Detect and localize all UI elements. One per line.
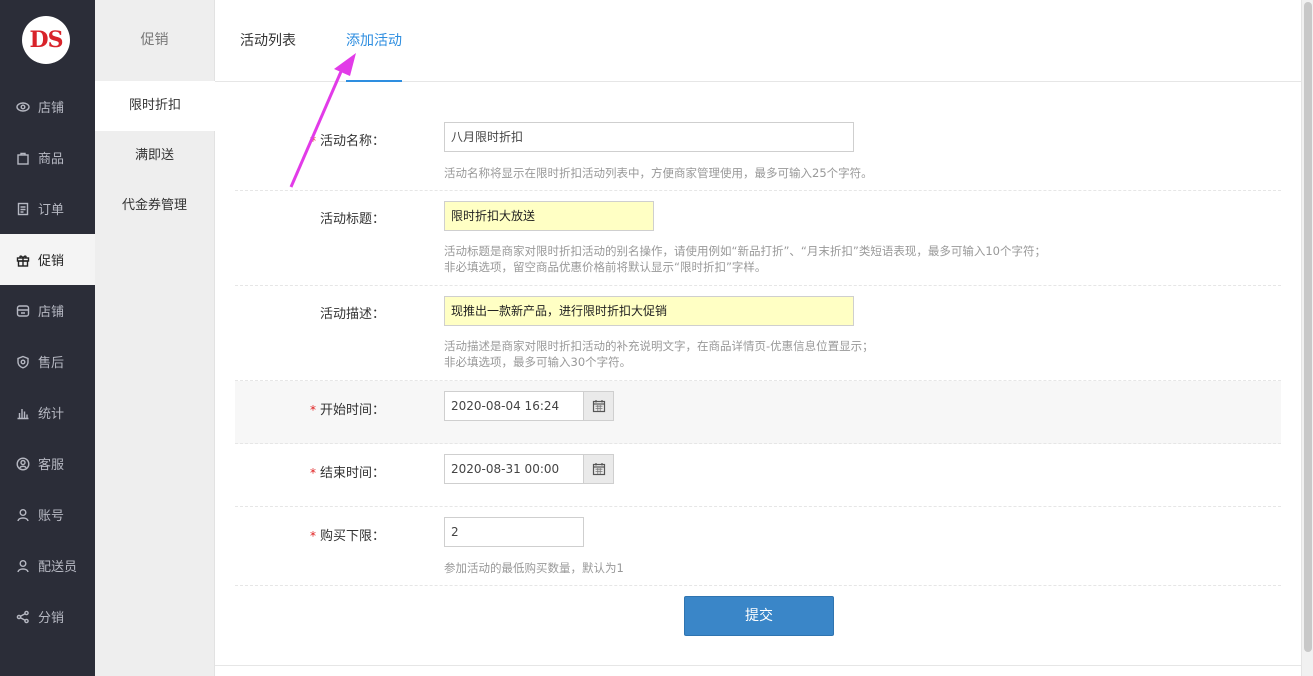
nav-item-distribution[interactable]: 分销 xyxy=(0,591,95,642)
gift-icon xyxy=(16,253,30,267)
activity-title-hint-1: 活动标题是商家对限时折扣活动的别名操作，请使用例如“新品打折”、“月末折扣”类短… xyxy=(444,244,1046,258)
nav-item-goods[interactable]: 商品 xyxy=(0,132,95,183)
user-icon xyxy=(16,508,30,522)
activity-title-input[interactable]: 限时折扣大放送 xyxy=(444,201,654,231)
required-mark: * xyxy=(309,403,316,417)
tab-add-activity[interactable]: 添加活动 xyxy=(346,0,402,82)
shield-icon xyxy=(16,355,30,369)
nav-item-label: 促销 xyxy=(38,254,65,269)
scrollbar-thumb[interactable] xyxy=(1304,2,1312,652)
min-purchase-hint: 参加活动的最低购买数量，默认为1 xyxy=(444,561,624,575)
nav-item-label: 分销 xyxy=(38,611,65,626)
required-mark: * xyxy=(309,466,316,480)
subnav-item-flash-discount[interactable]: 限时折扣 xyxy=(95,81,215,131)
bar-chart-icon xyxy=(16,406,30,420)
field-label-end-time: * 结束时间： xyxy=(245,462,385,481)
eye-icon xyxy=(16,100,30,114)
nav-item-label: 订单 xyxy=(38,203,65,218)
bag-icon xyxy=(16,151,30,165)
tab-bar: 活动列表 添加活动 xyxy=(215,0,1301,82)
form-row-name: * 活动名称： 八月限时折扣 活动名称将显示在限时折扣活动列表中，方便商家管理使用… xyxy=(235,110,1281,191)
nav-item-orders[interactable]: 订单 xyxy=(0,183,95,234)
required-mark: * xyxy=(309,134,316,148)
main-sidebar: DS 店铺 商品 订单 促销 店铺 售后 统计 客服 账号 配送员 分销 xyxy=(0,0,95,676)
field-label-text: 结束时间： xyxy=(319,466,385,481)
end-time-calendar-button[interactable] xyxy=(584,454,614,484)
activity-name-input[interactable]: 八月限时折扣 xyxy=(444,122,854,152)
nav-item-after-sales[interactable]: 售后 xyxy=(0,336,95,387)
field-label-start-time: * 开始时间： xyxy=(245,399,385,418)
store-icon xyxy=(16,304,30,318)
activity-description-hint-1: 活动描述是商家对限时折扣活动的补充说明文字，在商品详情页-优惠信息位置显示； xyxy=(444,339,874,353)
calendar-icon xyxy=(592,400,605,413)
order-icon xyxy=(16,202,30,216)
field-label-text: 开始时间： xyxy=(319,403,385,418)
nav-item-statistics[interactable]: 统计 xyxy=(0,387,95,438)
form-row-description: 活动描述： 现推出一款新产品，进行限时折扣大促销 活动描述是商家对限时折扣活动的… xyxy=(235,286,1281,381)
activity-title-hint-2: 非必填选项，留空商品优惠价格前将默认显示“限时折扣”字样。 xyxy=(444,260,767,274)
field-label-min-purchase: * 购买下限： xyxy=(245,525,385,544)
nav-item-label: 店铺 xyxy=(38,305,65,320)
field-label-text: 购买下限： xyxy=(319,529,385,544)
field-label-description: 活动描述： xyxy=(319,307,385,322)
subnav-title: 促销 xyxy=(140,32,169,48)
required-mark: * xyxy=(309,529,316,543)
share-icon xyxy=(16,610,30,624)
submit-button[interactable]: 提交 xyxy=(684,596,834,636)
divider xyxy=(215,665,1301,666)
nav-item-shop[interactable]: 店铺 xyxy=(0,285,95,336)
field-label-text: 活动名称： xyxy=(319,134,385,149)
nav-item-label: 统计 xyxy=(38,407,65,422)
start-time-input[interactable]: 2020-08-04 16:24 xyxy=(444,391,584,421)
activity-name-hint: 活动名称将显示在限时折扣活动列表中，方便商家管理使用，最多可输入25个字符。 xyxy=(444,166,873,180)
logo[interactable]: DS xyxy=(22,16,70,64)
start-time-calendar-button[interactable] xyxy=(584,391,614,421)
activity-description-hint-2: 非必填选项，最多可输入30个字符。 xyxy=(444,355,632,369)
activity-description-input[interactable]: 现推出一款新产品，进行限时折扣大促销 xyxy=(444,296,854,326)
main-content: 活动列表 添加活动 * 活动名称： 八月限时折扣 活动名称将显示在限时折扣活动列表… xyxy=(215,0,1301,676)
nav-item-label: 配送员 xyxy=(38,560,78,575)
end-time-input[interactable]: 2020-08-31 00:00 xyxy=(444,454,584,484)
nav-item-store[interactable]: 店铺 xyxy=(0,81,95,132)
tab-activity-list[interactable]: 活动列表 xyxy=(240,0,296,82)
nav-item-customer-service[interactable]: 客服 xyxy=(0,438,95,489)
form-row-end-time: * 结束时间： 2020-08-31 00:00 xyxy=(235,444,1281,507)
nav-item-label: 店铺 xyxy=(38,101,65,116)
form-row-start-time: * 开始时间： 2020-08-04 16:24 xyxy=(235,381,1281,444)
courier-icon xyxy=(16,559,30,573)
nav-item-promotion[interactable]: 促销 xyxy=(0,234,95,285)
form-row-title: 活动标题： 限时折扣大放送 活动标题是商家对限时折扣活动的别名操作，请使用例如“… xyxy=(235,191,1281,286)
scrollbar[interactable] xyxy=(1301,0,1313,676)
form-row-min-purchase: * 购买下限： 2 参加活动的最低购买数量，默认为1 xyxy=(235,507,1281,586)
sub-sidebar: 促销 限时折扣 满即送 代金券管理 xyxy=(95,0,215,676)
nav-item-label: 客服 xyxy=(38,458,65,473)
subnav-item-voucher-management[interactable]: 代金券管理 xyxy=(95,181,214,231)
nav-item-label: 商品 xyxy=(38,152,65,167)
field-label-title: 活动标题： xyxy=(319,212,385,227)
nav-item-courier[interactable]: 配送员 xyxy=(0,540,95,591)
field-label-name: * 活动名称： xyxy=(245,130,385,149)
calendar-icon xyxy=(592,463,605,476)
customer-service-icon xyxy=(16,456,30,471)
subnav-item-full-gift[interactable]: 满即送 xyxy=(95,131,214,181)
nav-item-account[interactable]: 账号 xyxy=(0,489,95,540)
nav-item-label: 售后 xyxy=(38,356,65,371)
min-purchase-input[interactable]: 2 xyxy=(444,517,584,547)
nav-item-label: 账号 xyxy=(38,509,65,524)
